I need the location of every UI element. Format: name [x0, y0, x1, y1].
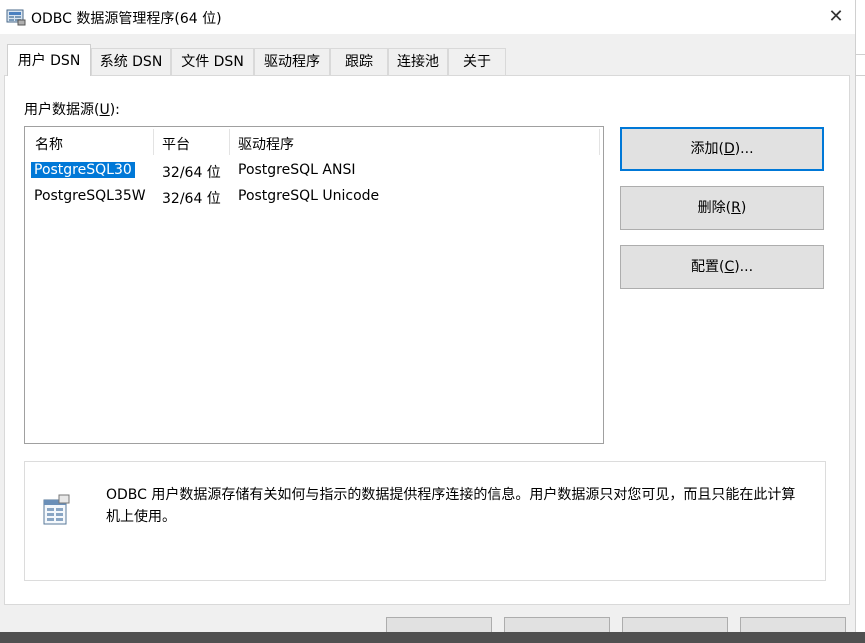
- datasource-platform: 32/64 位: [162, 165, 221, 181]
- tab-about[interactable]: 关于: [448, 48, 506, 75]
- window-title: ODBC 数据源管理程序(64 位): [31, 11, 222, 27]
- datasource-list[interactable]: 名称 平台 驱动程序 PostgreSQL30 32/64 位 PostgreS…: [24, 126, 604, 444]
- info-description: ODBC 用户数据源存储有关如何与指示的数据提供程序连接的信息。用户数据源只对您…: [106, 487, 796, 525]
- remove-button[interactable]: 删除(R): [620, 186, 824, 230]
- column-header-name[interactable]: 名称: [35, 134, 63, 154]
- configure-button[interactable]: 配置(C)...: [620, 245, 824, 289]
- tab-system-dsn[interactable]: 系统 DSN: [91, 48, 171, 75]
- column-header-driver[interactable]: 驱动程序: [238, 134, 294, 154]
- title-bar: ODBC 数据源管理程序(64 位) ✕: [0, 0, 855, 34]
- datasource-driver: PostgreSQL Unicode: [238, 188, 380, 204]
- odbc-datasource-icon: [6, 8, 26, 26]
- add-button[interactable]: 添加(D)...: [620, 127, 824, 171]
- user-datasources-label: 用户数据源(U):: [24, 102, 120, 118]
- list-item[interactable]: PostgreSQL30 32/64 位 PostgreSQL ANSI: [25, 159, 603, 183]
- taskbar: [0, 632, 865, 643]
- column-header-platform[interactable]: 平台: [162, 134, 190, 154]
- tab-tracing[interactable]: 跟踪: [330, 48, 388, 75]
- datasource-name: PostgreSQL30: [31, 162, 135, 178]
- list-item[interactable]: PostgreSQL35W 32/64 位 PostgreSQL Unicode: [25, 185, 603, 209]
- datasource-driver: PostgreSQL ANSI: [238, 162, 356, 178]
- tab-connection-pooling[interactable]: 连接池: [388, 48, 448, 75]
- tab-drivers[interactable]: 驱动程序: [254, 48, 330, 75]
- list-header: 名称 平台 驱动程序: [25, 127, 603, 157]
- close-button[interactable]: ✕: [817, 0, 855, 34]
- datasource-table-icon: [41, 494, 71, 528]
- datasource-name: PostgreSQL35W: [34, 188, 146, 204]
- tab-user-dsn[interactable]: 用户 DSN: [7, 44, 91, 76]
- info-box: ODBC 用户数据源存储有关如何与指示的数据提供程序连接的信息。用户数据源只对您…: [24, 461, 826, 581]
- background-window-edge: [855, 0, 865, 643]
- tab-file-dsn[interactable]: 文件 DSN: [171, 48, 254, 75]
- datasource-platform: 32/64 位: [162, 191, 221, 207]
